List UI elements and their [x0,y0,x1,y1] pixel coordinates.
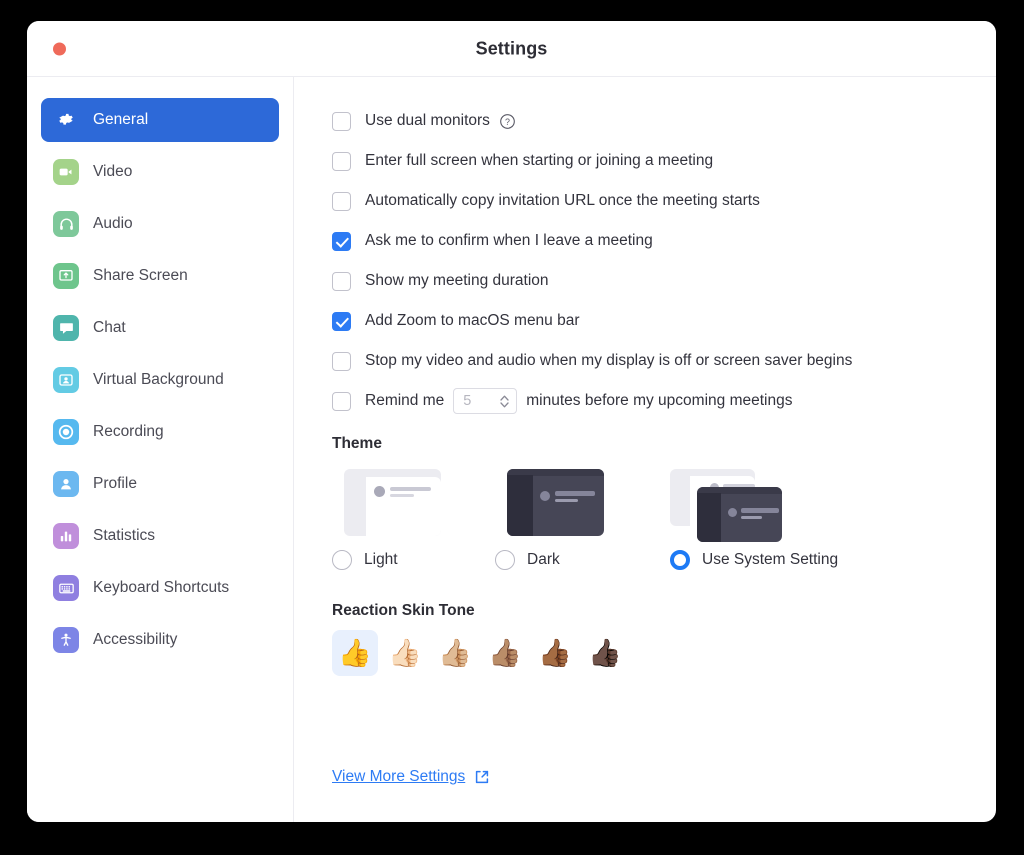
chat-bubble-icon [53,315,79,341]
video-camera-icon [53,159,79,185]
sidebar-item-chat[interactable]: Chat [41,306,279,350]
sidebar-item-label: Recording [93,423,164,440]
sidebar-item-label: Chat [93,319,126,336]
option-row[interactable]: Ask me to confirm when I leave a meeting [332,221,966,261]
option-row[interactable]: Stop my video and audio when my display … [332,341,966,381]
checkbox[interactable] [332,351,351,371]
option-row[interactable]: Enter full screen when starting or joini… [332,141,966,181]
external-link-icon [474,769,490,785]
virtual-background-icon [53,367,79,393]
remind-minutes-value: 5 [463,393,472,409]
light-radio-label: Light [364,551,398,568]
skin-tone-medium-light-skin-tone[interactable]: 👍🏼 [432,630,478,676]
skin-tone-medium-dark-skin-tone[interactable]: 👍🏾 [532,630,578,676]
skin-tone-dark-skin-tone[interactable]: 👍🏿 [582,630,628,676]
system-radio-row[interactable]: Use System Setting [670,550,838,570]
remind-me-row[interactable]: Remind me 5 minutes before my upcoming m… [332,381,966,421]
general-options-list: Use dual monitors? Enter full screen when… [332,101,966,381]
dark-radio-label: Dark [527,551,560,568]
theme-option-light[interactable]: Light [332,469,495,570]
theme-option-dark[interactable]: Dark [495,469,658,570]
light-radio-row[interactable]: Light [332,550,495,570]
settings-window: Settings General Video Audio Share Screen Ch… [27,21,996,822]
checkbox-label: Stop my video and audio when my display … [365,352,853,369]
sidebar-item-label: Accessibility [93,631,178,648]
sidebar-item-accessibility[interactable]: Accessibility [41,618,279,662]
skin-tone-heading: Reaction Skin Tone [332,602,475,619]
checkbox[interactable] [332,151,351,171]
help-icon[interactable]: ? [499,113,516,130]
sidebar-item-label: Statistics [93,527,156,544]
checkbox-label: Show my meeting duration [365,272,549,289]
option-row[interactable]: Automatically copy invitation URL once t… [332,181,966,221]
theme-options: Light Dark Use System Setting [332,469,966,570]
sidebar-item-virtual-background[interactable]: Virtual Background [41,358,279,402]
keyboard-icon [53,575,79,601]
skin-tone-light-skin-tone[interactable]: 👍🏻 [382,630,428,676]
bar-chart-icon [53,523,79,549]
skin-tone-options: 👍 👍🏻 👍🏼 👍🏽 👍🏾 👍🏿 [332,630,966,676]
checkbox[interactable] [332,191,351,211]
checkbox[interactable] [332,271,351,291]
record-circle-icon [53,419,79,445]
checkbox[interactable] [332,111,351,131]
light-window-preview-icon[interactable] [344,469,441,536]
sidebar-item-label: Audio [93,215,133,232]
sidebar-item-share-screen[interactable]: Share Screen [41,254,279,298]
person-icon [53,471,79,497]
sidebar-item-label: General [93,111,149,128]
sidebar-item-recording[interactable]: Recording [41,410,279,454]
checkbox-label: Add Zoom to macOS menu bar [365,312,580,329]
remind-me-prefix-label: Remind me [365,392,445,409]
sidebar-item-general[interactable]: General [41,98,279,142]
remind-me-checkbox[interactable] [332,391,351,411]
skin-tone-medium-skin-tone[interactable]: 👍🏽 [482,630,528,676]
system-radio[interactable] [670,550,690,570]
theme-option-system[interactable]: Use System Setting [658,469,838,570]
sidebar-item-video[interactable]: Video [41,150,279,194]
sidebar-item-label: Virtual Background [93,371,224,388]
dark-window-preview-icon[interactable] [507,469,604,536]
sidebar-item-audio[interactable]: Audio [41,202,279,246]
light-radio[interactable] [332,550,352,570]
checkbox-label: Use dual monitors [365,112,490,129]
sidebar-item-label: Video [93,163,133,180]
checkbox-label: Automatically copy invitation URL once t… [365,192,760,209]
checkbox[interactable] [332,231,351,251]
system-radio-label: Use System Setting [702,551,839,568]
sidebar-item-label: Share Screen [93,267,188,284]
gear-icon [53,107,79,133]
remind-minutes-stepper[interactable]: 5 [453,388,518,414]
option-row[interactable]: Add Zoom to macOS menu bar [332,301,966,341]
window-body: General Video Audio Share Screen Chat Virtual… [27,77,996,822]
checkbox-label: Ask me to confirm when I leave a meeting [365,232,653,249]
theme-heading: Theme [332,435,382,452]
sidebar-item-profile[interactable]: Profile [41,462,279,506]
page-title: Settings [475,38,548,58]
remind-me-suffix-label: minutes before my upcoming meetings [526,392,793,409]
svg-text:?: ? [505,117,510,127]
view-more-settings-link[interactable]: View More Settings [332,768,490,786]
checkbox-label: Enter full screen when starting or joini… [365,152,714,169]
settings-sidebar: General Video Audio Share Screen Chat Virtual… [27,77,294,822]
dark-radio-row[interactable]: Dark [495,550,658,570]
checkbox[interactable] [332,311,351,331]
share-screen-icon [53,263,79,289]
option-row[interactable]: Show my meeting duration [332,261,966,301]
window-title-bar: Settings [27,21,996,77]
view-more-settings-label: View More Settings [332,768,466,785]
sidebar-item-label: Profile [93,475,137,492]
headphones-icon [53,211,79,237]
sidebar-item-label: Keyboard Shortcuts [93,579,230,596]
dark-radio[interactable] [495,550,515,570]
sidebar-item-keyboard-shortcuts[interactable]: Keyboard Shortcuts [41,566,279,610]
sidebar-item-statistics[interactable]: Statistics [41,514,279,558]
settings-main-panel: Use dual monitors? Enter full screen when… [294,77,996,822]
option-row[interactable]: Use dual monitors? [332,101,966,141]
accessibility-icon [53,627,79,653]
skin-tone-default-yellow[interactable]: 👍 [332,630,378,676]
stepper-chevrons-icon[interactable] [499,393,510,410]
system-window-preview-icon[interactable] [670,469,782,542]
